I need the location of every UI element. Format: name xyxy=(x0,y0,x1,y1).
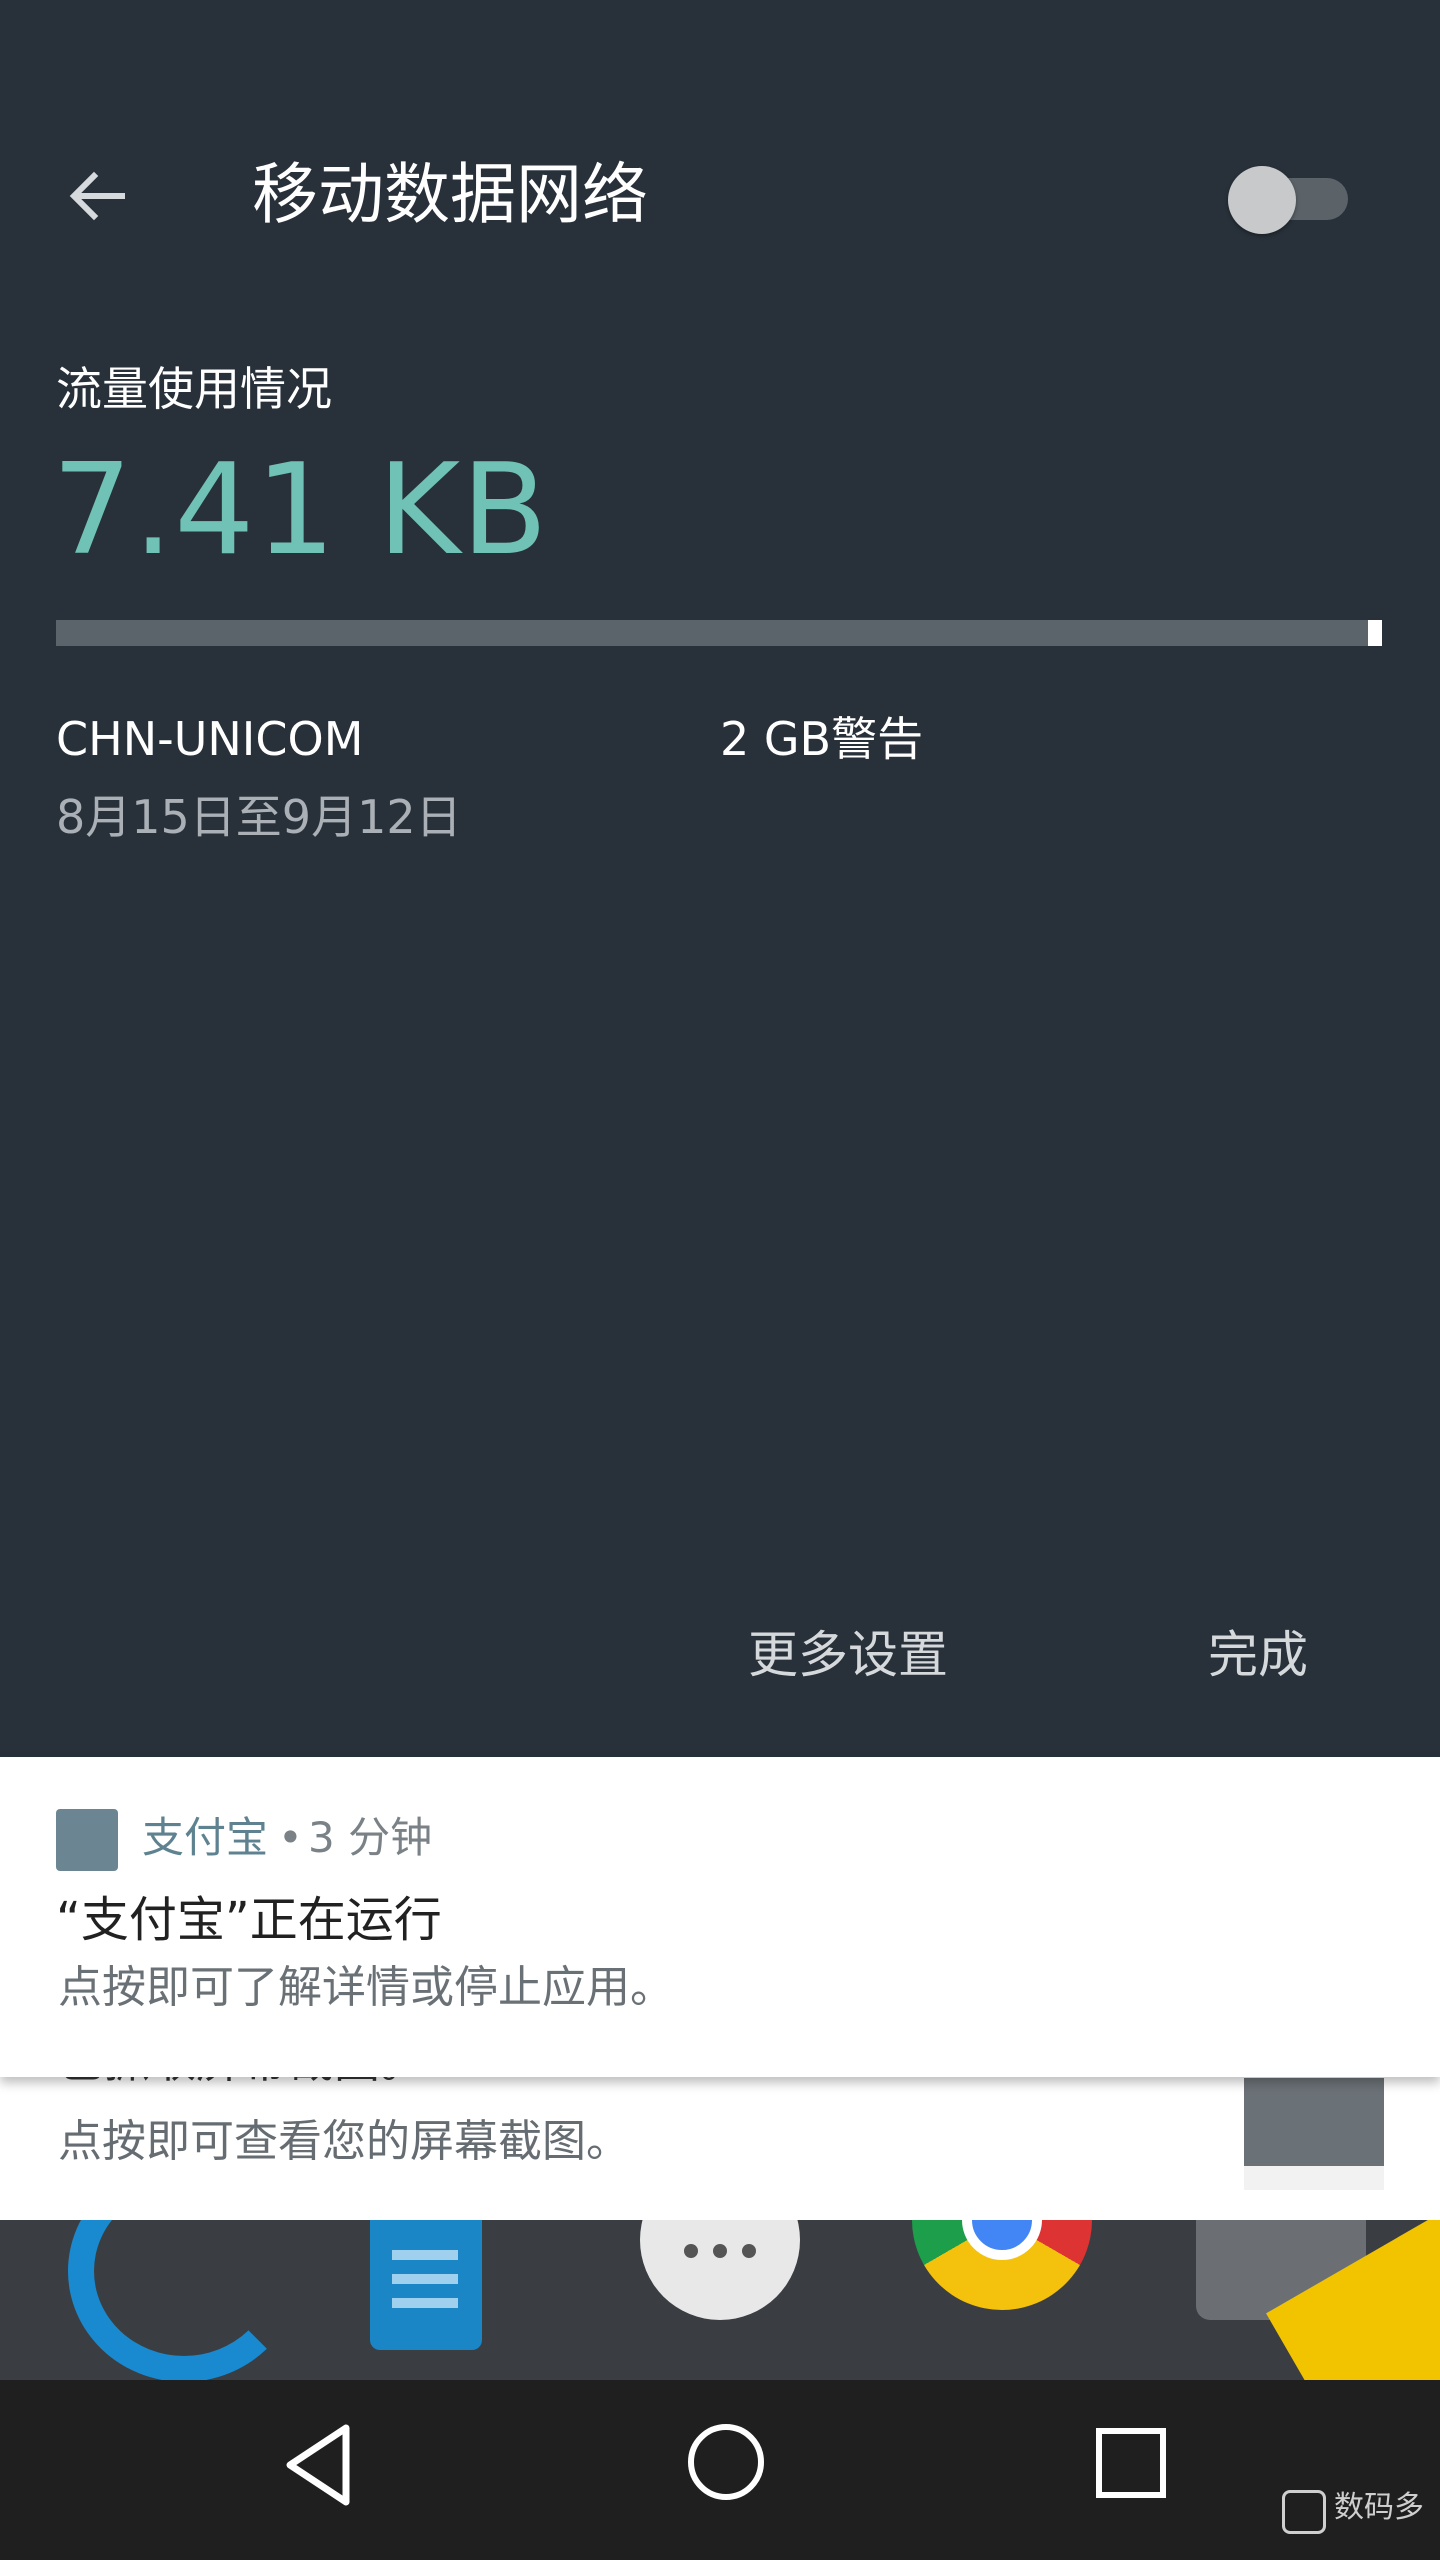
data-usage-panel: 移动数据网络 流量使用情况 7.41 KB CHN-UNICOM 2 GB警告 … xyxy=(0,0,1440,1757)
screenshot-notification-text: 点按即可查看您的屏幕截图。 xyxy=(58,2116,630,2167)
screenshot-notification[interactable]: 已抓取屏幕截图。 点按即可查看您的屏幕截图。 xyxy=(0,2060,1440,2220)
nav-home-icon[interactable] xyxy=(688,2424,764,2500)
alipay-notification[interactable]: 支付宝 • 3 分钟 “支付宝”正在运行 点按即可了解详情或停止应用。 xyxy=(0,1757,1440,2077)
notification-time: 3 分钟 xyxy=(308,1813,433,1862)
watermark-logo-icon xyxy=(1282,2490,1326,2534)
notification-text: 点按即可了解详情或停止应用。 xyxy=(58,1962,674,2013)
notes-app-icon[interactable] xyxy=(370,2220,482,2350)
home-screen-dock xyxy=(0,2220,1440,2380)
done-button[interactable]: 完成 xyxy=(1208,1620,1308,1690)
carrier-name: CHN-UNICOM xyxy=(56,712,364,766)
usage-progress-bar xyxy=(56,620,1382,646)
toggle-thumb xyxy=(1228,166,1296,234)
usage-label: 流量使用情况 xyxy=(56,362,332,416)
mobile-data-toggle[interactable] xyxy=(1228,162,1348,234)
more-settings-button[interactable]: 更多设置 xyxy=(748,1620,948,1690)
app-drawer-dot xyxy=(742,2244,756,2258)
usage-limit-marker xyxy=(1368,620,1382,646)
nav-recent-icon[interactable] xyxy=(1096,2428,1166,2498)
app-drawer-dot xyxy=(684,2244,698,2258)
usage-warning: 2 GB警告 xyxy=(720,712,924,766)
notification-title: “支付宝”正在运行 xyxy=(56,1892,442,1948)
app-drawer-dot xyxy=(713,2244,727,2258)
screenshot-thumbnail xyxy=(1244,2078,1384,2166)
notes-icon-line xyxy=(392,2298,458,2308)
nav-back-icon[interactable] xyxy=(280,2420,360,2510)
navigation-bar xyxy=(0,2380,1440,2560)
screenshot-thumbnail-caption xyxy=(1244,2166,1384,2190)
notes-icon-line xyxy=(392,2250,458,2260)
phone-app-icon[interactable] xyxy=(68,2220,300,2380)
back-arrow-icon[interactable] xyxy=(62,160,134,232)
usage-value: 7.41 KB xyxy=(52,436,549,583)
watermark-text: 数码多 xyxy=(1334,2490,1424,2525)
notification-app-name: 支付宝 xyxy=(142,1813,269,1862)
alipay-app-icon xyxy=(56,1809,118,1871)
billing-period: 8月15日至9月12日 xyxy=(56,790,462,844)
page-title: 移动数据网络 xyxy=(252,156,648,233)
notification-separator: • xyxy=(278,1813,303,1862)
notes-icon-line xyxy=(392,2274,458,2284)
app-drawer-icon[interactable] xyxy=(640,2220,800,2320)
